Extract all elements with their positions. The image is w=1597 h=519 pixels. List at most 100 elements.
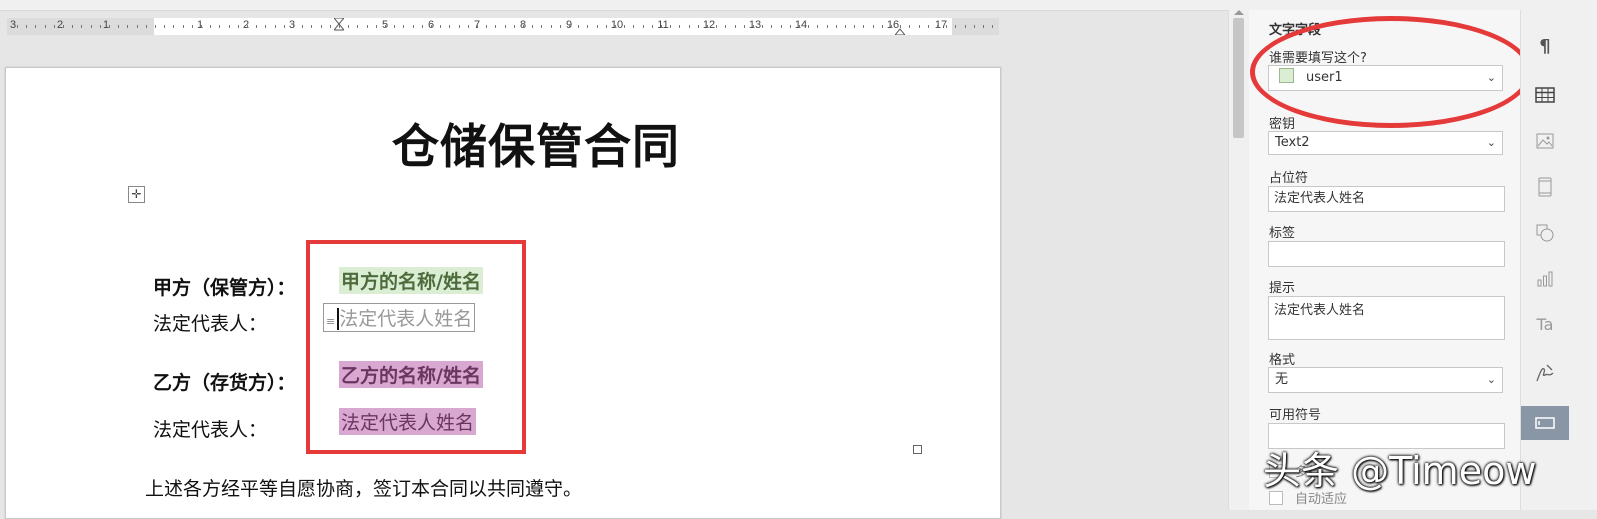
ruler-tick <box>872 25 874 28</box>
ruler-tick <box>256 25 258 28</box>
ruler-tick <box>237 25 239 28</box>
party-a-label: 甲方（保管方）： <box>153 277 296 299</box>
ruler-tick <box>431 25 432 28</box>
ruler-tick <box>311 25 313 28</box>
chart-icon[interactable] <box>1521 264 1569 294</box>
ruler-tick <box>440 25 442 28</box>
ruler-tick <box>283 25 285 28</box>
ruler-tick <box>219 25 221 28</box>
ruler-number: 13 <box>748 19 762 31</box>
text-art-icon[interactable]: Ta <box>1521 310 1569 340</box>
ruler-tick <box>467 25 469 28</box>
ruler-tick <box>881 25 883 28</box>
ruler-tick <box>504 25 506 28</box>
ruler-tick <box>550 25 552 28</box>
table-move-handle-icon[interactable]: ✛ <box>128 186 145 203</box>
ruler-tick <box>826 25 828 28</box>
ruler-tick <box>918 25 920 28</box>
vertical-scrollbar[interactable] <box>1228 10 1249 510</box>
form-field-icon[interactable] <box>1521 406 1569 440</box>
annotation-rectangle <box>306 240 526 454</box>
hint-textarea[interactable]: 法定代表人姓名 <box>1268 296 1505 340</box>
ruler-tick <box>615 25 616 28</box>
shape-icon[interactable] <box>1521 218 1569 248</box>
ruler-tick <box>53 25 55 28</box>
ruler-tick <box>541 25 543 28</box>
ruler-tick <box>927 25 929 28</box>
format-label: 格式 <box>1269 353 1296 368</box>
ruler-tick <box>697 25 699 28</box>
ruler-tick <box>44 25 46 28</box>
ruler-tick <box>817 25 819 28</box>
placeholder-input[interactable]: 法定代表人姓名 <box>1268 186 1505 212</box>
ruler-tick <box>523 25 524 28</box>
legal-rep-label-b: 法定代表人： <box>153 419 268 441</box>
ruler-tick <box>477 25 478 28</box>
ruler-tick <box>403 25 405 28</box>
ruler-tick <box>127 25 129 28</box>
ruler-tick <box>412 25 414 28</box>
ruler-tick <box>587 25 589 28</box>
format-select[interactable]: 无 ⌄ <box>1268 367 1503 393</box>
scrollbar-thumb[interactable] <box>1233 18 1244 138</box>
table-icon[interactable] <box>1521 80 1569 110</box>
ruler-tick <box>320 25 322 28</box>
ruler-tick <box>771 25 773 28</box>
ruler-tick <box>651 25 653 28</box>
ruler-tick <box>955 25 957 28</box>
ruler-tick <box>366 25 368 28</box>
ruler-tick <box>670 25 672 28</box>
ruler-number: 3 <box>9 19 17 31</box>
ruler-number: 14 <box>794 19 808 31</box>
ruler-tick <box>661 25 662 28</box>
paragraph-icon[interactable]: ¶ <box>1521 32 1569 62</box>
ruler-tick <box>228 25 230 28</box>
table-resize-handle[interactable] <box>913 445 922 454</box>
ruler-tick <box>302 25 304 28</box>
key-label: 密钥 <box>1269 117 1296 132</box>
ruler-tick <box>633 25 635 28</box>
ruler-number: 11 <box>657 19 669 31</box>
ruler-tick <box>707 25 708 28</box>
ruler-tick <box>339 25 340 28</box>
ruler-tick <box>716 25 718 28</box>
header-footer-icon[interactable] <box>1521 172 1569 202</box>
ruler-tick <box>191 25 193 28</box>
ruler-tick <box>569 25 570 28</box>
placeholder-label: 占位符 <box>1269 171 1309 186</box>
ruler-tick <box>35 25 37 28</box>
ruler-tick <box>946 25 948 28</box>
ruler-tick <box>26 25 28 28</box>
ruler-tick <box>182 25 184 28</box>
symbols-label: 可用符号 <box>1269 408 1322 423</box>
ruler-tick <box>964 25 966 28</box>
horizontal-ruler[interactable]: 3 2 1 1 2 3 5 6 7 8 9 10 11 12 13 14 16 … <box>7 18 999 35</box>
ruler-tick <box>164 25 166 28</box>
annotation-ellipse <box>1250 16 1532 128</box>
key-select[interactable]: Text2 ⌄ <box>1268 131 1503 155</box>
key-value: Text2 <box>1275 135 1310 150</box>
ruler-tick <box>743 25 745 28</box>
ruler-tick <box>375 25 377 28</box>
signature-icon[interactable] <box>1521 358 1569 388</box>
ruler-tick <box>863 25 865 28</box>
ruler-tick <box>201 25 202 28</box>
ruler-tick <box>596 25 598 28</box>
ruler-tick <box>891 25 892 28</box>
ruler-tick <box>17 25 18 28</box>
ruler-tick <box>513 25 515 28</box>
document-title: 仓储保管合同 <box>392 120 680 175</box>
ruler-tick <box>99 25 101 28</box>
tag-input[interactable] <box>1268 241 1505 267</box>
ruler-tick <box>762 25 764 28</box>
scroll-up-icon[interactable] <box>1234 10 1244 15</box>
ruler-tick <box>559 25 561 28</box>
ruler-number: 10 <box>610 19 624 31</box>
ruler-tick <box>173 25 175 28</box>
ruler-tick <box>274 25 276 28</box>
ruler-tick <box>348 25 350 28</box>
ruler-tick <box>247 25 248 28</box>
ruler-tick <box>145 25 147 28</box>
image-icon[interactable] <box>1521 126 1569 156</box>
ruler-tick <box>734 25 736 28</box>
